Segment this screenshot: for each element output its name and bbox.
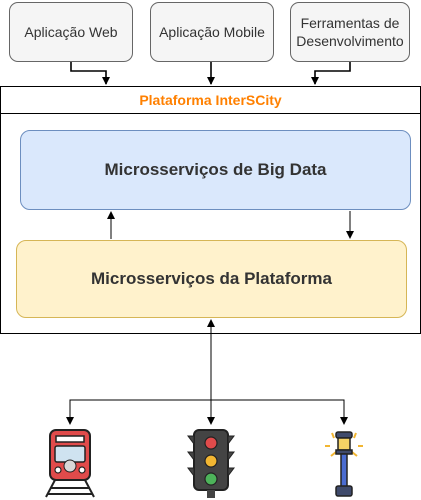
connector-web-to-platform [70,62,110,85]
street-lamp-icon [325,431,363,497]
connector-devtools-to-platform [311,62,351,85]
diagram-connectors [45,62,363,498]
traffic-light-icon [187,429,235,498]
train-icon [45,429,95,498]
